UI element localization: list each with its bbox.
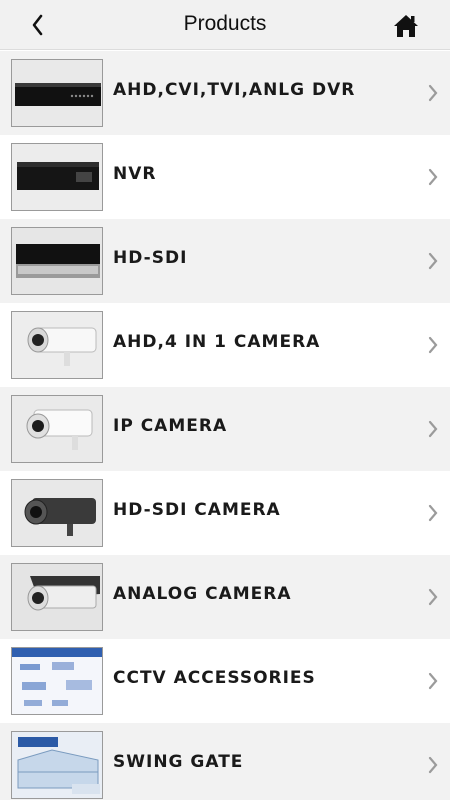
list-item[interactable]: CCTV ACCESSORIES: [0, 639, 450, 723]
product-label: ANALOG CAMERA: [113, 584, 292, 604]
product-label: CCTV ACCESSORIES: [113, 668, 316, 688]
home-button[interactable]: [392, 13, 420, 39]
list-item[interactable]: HD-SDI CAMERA: [0, 471, 450, 555]
product-thumbnail: [11, 311, 103, 379]
list-item[interactable]: NVR: [0, 135, 450, 219]
page-title: Products: [183, 12, 267, 35]
product-label: HD-SDI CAMERA: [113, 500, 281, 520]
product-thumbnail: [11, 731, 103, 799]
product-thumbnail: [11, 479, 103, 547]
product-thumbnail: [11, 563, 103, 631]
home-icon: [394, 15, 418, 37]
product-label: IP CAMERA: [113, 416, 228, 436]
chevron-right-icon: [428, 588, 438, 606]
product-label: HD-SDI: [113, 248, 188, 268]
product-list: AHD,CVI,TVI,ANLG DVR NVR HD-SDI AHD,4 IN…: [0, 51, 450, 800]
product-label: AHD,4 IN 1 CAMERA: [113, 332, 321, 352]
top-bar: Products: [0, 0, 450, 50]
chevron-right-icon: [428, 252, 438, 270]
list-item[interactable]: SWING GATE: [0, 723, 450, 800]
chevron-right-icon: [428, 504, 438, 522]
list-item[interactable]: ANALOG CAMERA: [0, 555, 450, 639]
list-item[interactable]: AHD,CVI,TVI,ANLG DVR: [0, 51, 450, 135]
product-label: SWING GATE: [113, 752, 244, 772]
list-item[interactable]: AHD,4 IN 1 CAMERA: [0, 303, 450, 387]
chevron-right-icon: [428, 756, 438, 774]
product-label: NVR: [113, 164, 157, 184]
product-thumbnail: [11, 143, 103, 211]
chevron-right-icon: [428, 672, 438, 690]
chevron-right-icon: [428, 168, 438, 186]
list-item[interactable]: HD-SDI: [0, 219, 450, 303]
list-item[interactable]: IP CAMERA: [0, 387, 450, 471]
product-thumbnail: [11, 647, 103, 715]
product-thumbnail: [11, 227, 103, 295]
chevron-right-icon: [428, 336, 438, 354]
chevron-right-icon: [428, 420, 438, 438]
product-thumbnail: [11, 59, 103, 127]
product-thumbnail: [11, 395, 103, 463]
product-label: AHD,CVI,TVI,ANLG DVR: [113, 80, 356, 100]
chevron-right-icon: [428, 84, 438, 102]
